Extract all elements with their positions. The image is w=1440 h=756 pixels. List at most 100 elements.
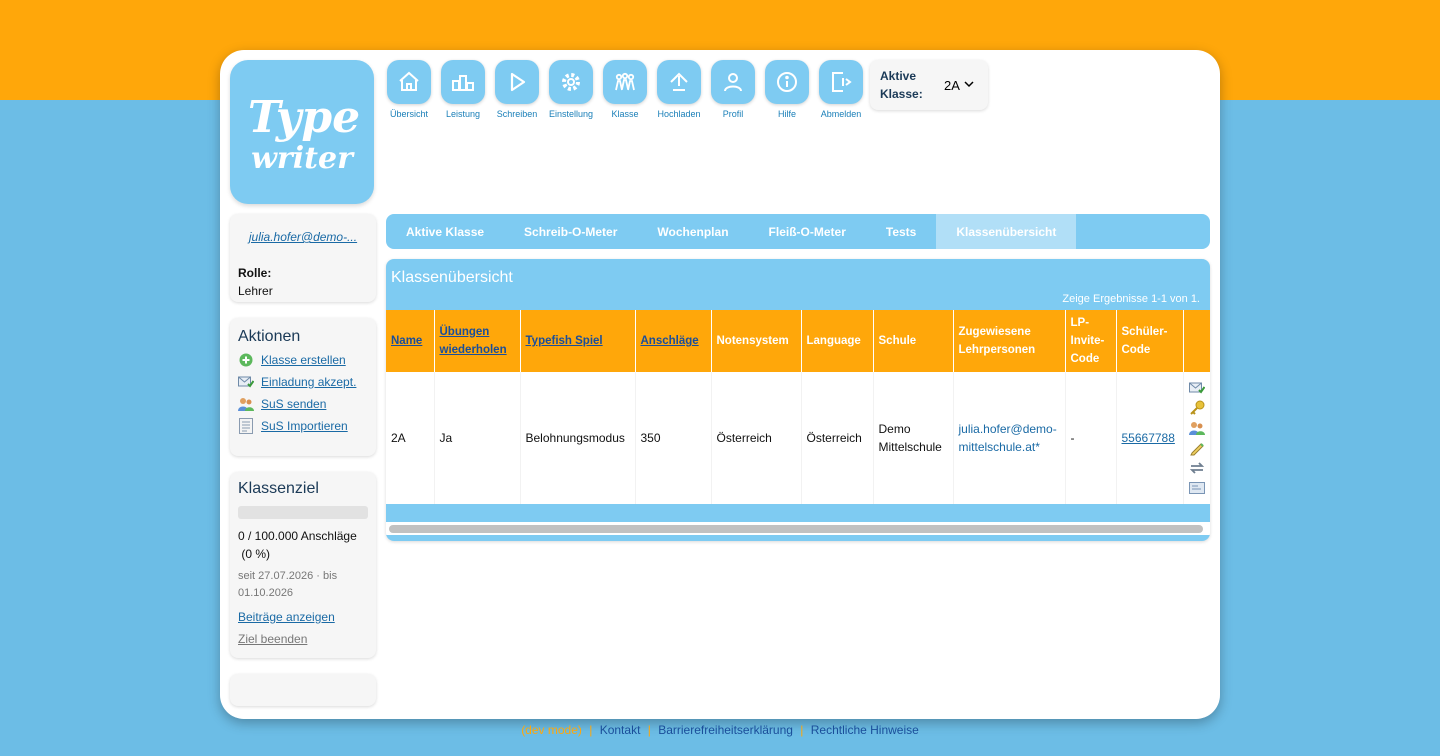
teacher-email[interactable]: julia.hofer@demo-mittelschule.at* [959, 422, 1057, 454]
class-overview-panel: Klassenübersicht Zeige Ergebnisse 1-1 vo… [386, 259, 1210, 541]
active-class-selector[interactable]: Aktive Klasse: 2A [870, 60, 988, 110]
cell-strokes: 350 [635, 372, 712, 504]
home-icon[interactable] [387, 60, 431, 104]
row-action-icons [1188, 380, 1206, 496]
action-send-students[interactable]: SuS senden [238, 396, 368, 412]
nav-hilfe[interactable]: Hilfe [760, 60, 814, 119]
role-label: Rolle: [238, 266, 272, 280]
col-student-code: Schüler-Code [1116, 310, 1184, 372]
nav-klasse[interactable]: Klasse [598, 60, 652, 119]
tab-klassenuebersicht[interactable]: Klassenübersicht [936, 214, 1077, 249]
action-link[interactable]: Klasse erstellen [261, 353, 346, 367]
users-send-icon [238, 396, 254, 412]
pencil-icon[interactable] [1189, 440, 1205, 456]
action-accept-invite[interactable]: Einladung akzept. [238, 374, 368, 390]
goal-dates: seit 27.07.2026 · bis 01.10.2026 [238, 570, 338, 599]
play-icon[interactable] [495, 60, 539, 104]
chevron-down-icon[interactable] [964, 80, 974, 91]
panel-title: Klassenübersicht [391, 269, 513, 286]
tab-active-class[interactable]: Aktive Klasse [386, 214, 504, 249]
tab-wochenplan[interactable]: Wochenplan [637, 214, 748, 249]
import-list-icon [238, 418, 254, 434]
sort-name-link[interactable]: Name [391, 335, 422, 347]
sort-typefish-link[interactable]: Typefish Spiel [526, 335, 603, 347]
card-icon[interactable] [1188, 480, 1205, 496]
main-nav: Übersicht Leistung Schreiben Einstellung… [382, 60, 868, 119]
page-footer: (dev mode) | Kontakt | Barrierefreiheits… [0, 723, 1440, 737]
nav-label: Klasse [611, 109, 639, 119]
mail-accept-icon [238, 374, 254, 390]
key-icon[interactable] [1189, 400, 1205, 416]
footer-separator: | [647, 723, 651, 737]
nav-hochladen[interactable]: Hochladen [652, 60, 706, 119]
group-icon[interactable] [603, 60, 647, 104]
nav-einstellung[interactable]: Einstellung [544, 60, 598, 119]
nav-profil[interactable]: Profil [706, 60, 760, 119]
sort-repeat-link[interactable]: Übungen wiederholen [440, 326, 507, 356]
col-language: Language [801, 310, 874, 372]
mail-accept-icon[interactable] [1188, 380, 1205, 396]
user-email-link[interactable]: julia.hofer@demo-... [238, 230, 368, 244]
nav-uebersicht[interactable]: Übersicht [382, 60, 436, 119]
nav-label: Profil [722, 109, 744, 119]
transfer-icon[interactable] [1189, 460, 1205, 476]
footer-link-rechtliches[interactable]: Rechtliche Hinweise [811, 723, 919, 737]
student-code-link[interactable]: 55667788 [1122, 431, 1175, 445]
cell-student-code: 55667788 [1116, 372, 1184, 504]
info-icon[interactable] [765, 60, 809, 104]
col-school: Schule [873, 310, 954, 372]
version-label: (dev mode) [521, 723, 582, 737]
footer-link-kontakt[interactable]: Kontakt [600, 723, 641, 737]
nav-label: Hilfe [777, 109, 796, 119]
action-link[interactable]: SuS senden [261, 397, 326, 411]
cell-lp-code: - [1065, 372, 1117, 504]
footer-link-barrierefreiheit[interactable]: Barrierefreiheitserklärung [658, 723, 793, 737]
typewriter-logo[interactable]: Type writer [230, 60, 374, 204]
horizontal-scrollbar[interactable] [389, 525, 1203, 533]
col-repeat[interactable]: Übungen wiederholen [434, 310, 521, 372]
svg-text:Type: Type [248, 92, 360, 143]
svg-text:writer: writer [251, 141, 355, 176]
tab-fleiss-o-meter[interactable]: Fleiß-O-Meter [749, 214, 866, 249]
tab-schreib-o-meter[interactable]: Schreib-O-Meter [504, 214, 637, 249]
cell-typefish: Belohnungsmodus [520, 372, 636, 504]
action-create-class[interactable]: Klasse erstellen [238, 352, 368, 368]
logo-wordmark: Type writer [248, 92, 360, 176]
action-import-students[interactable]: SuS Importieren [238, 418, 368, 434]
footer-separator: | [800, 723, 804, 737]
tab-bar: Aktive Klasse Schreib-O-Meter Wochenplan… [386, 214, 1210, 249]
sort-strokes-link[interactable]: Anschläge [641, 335, 699, 347]
nav-schreiben[interactable]: Schreiben [490, 60, 544, 119]
actions-card: Aktionen Klasse erstellen Einladung akze… [230, 318, 376, 456]
users-icon[interactable] [1188, 420, 1205, 436]
action-link[interactable]: Einladung akzept. [261, 375, 356, 389]
logout-icon[interactable] [819, 60, 863, 104]
gear-icon[interactable] [549, 60, 593, 104]
results-count: Zeige Ergebnisse 1-1 von 1. [1062, 293, 1200, 305]
end-goal-link[interactable]: Ziel beenden [238, 632, 368, 646]
table-row: 2A Ja Belohnungsmodus 350 Österreich Öst… [386, 372, 1210, 504]
nav-label: Schreiben [496, 109, 538, 119]
user-icon[interactable] [711, 60, 755, 104]
footer-separator: | [589, 723, 593, 737]
nav-leistung[interactable]: Leistung [436, 60, 490, 119]
action-link[interactable]: SuS Importieren [261, 419, 348, 433]
goal-progress-bar [238, 506, 368, 519]
nav-label: Abmelden [820, 109, 862, 119]
nav-abmelden[interactable]: Abmelden [814, 60, 868, 119]
col-name[interactable]: Name [386, 310, 435, 372]
show-contributions-link[interactable]: Beiträge anzeigen [238, 610, 368, 624]
cell-row-actions [1183, 372, 1210, 504]
active-class-value[interactable]: 2A [944, 78, 960, 93]
tab-tests[interactable]: Tests [866, 214, 936, 249]
active-class-label: Aktive Klasse: [880, 69, 923, 101]
empty-card [230, 674, 376, 706]
podium-icon[interactable] [441, 60, 485, 104]
col-typefish[interactable]: Typefish Spiel [520, 310, 636, 372]
main-container: Type writer Übersicht Leistung Schreiben [220, 50, 1220, 719]
cell-name: 2A [386, 372, 435, 504]
col-actions [1183, 310, 1210, 372]
table-header-row: Name Übungen wiederholen Typefish Spiel … [386, 310, 1210, 372]
col-strokes[interactable]: Anschläge [635, 310, 712, 372]
upload-icon[interactable] [657, 60, 701, 104]
